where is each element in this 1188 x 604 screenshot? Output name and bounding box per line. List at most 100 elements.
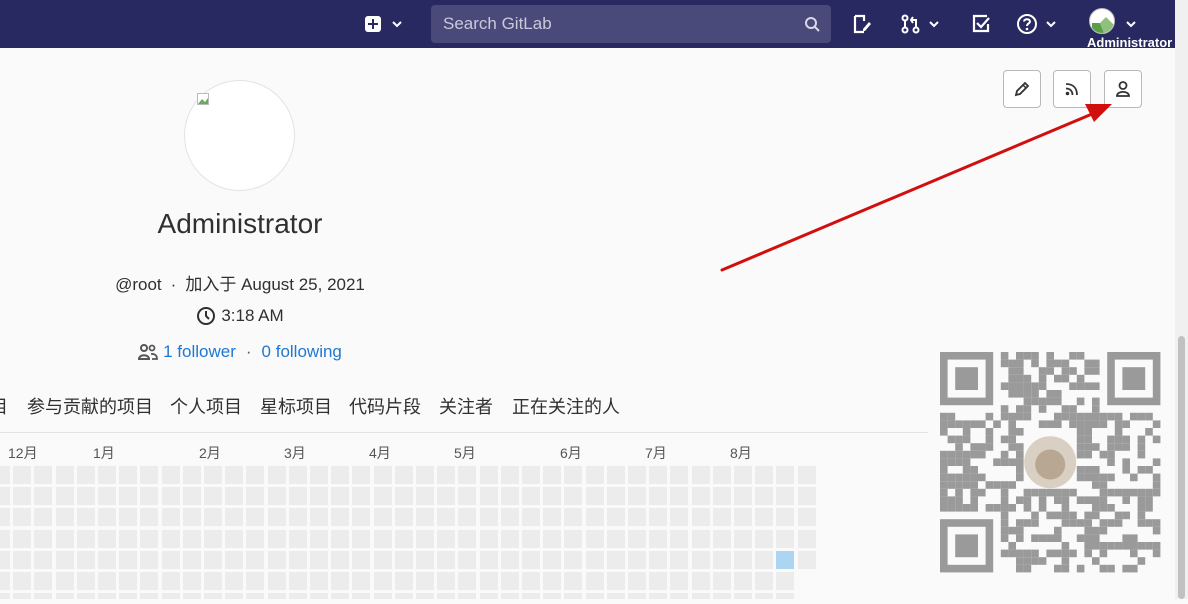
calendar-day-cell[interactable] [268, 508, 286, 526]
calendar-day-cell[interactable] [458, 466, 476, 484]
calendar-day-cell[interactable] [501, 593, 519, 599]
calendar-day-cell[interactable] [310, 572, 328, 590]
calendar-day-cell[interactable] [395, 593, 413, 599]
calendar-day-cell[interactable] [649, 593, 667, 599]
calendar-day-cell[interactable] [162, 551, 180, 569]
calendar-day-cell[interactable] [0, 593, 10, 599]
calendar-day-cell[interactable] [56, 508, 74, 526]
calendar-day-cell[interactable] [77, 508, 95, 526]
calendar-day-cell[interactable] [34, 530, 52, 548]
calendar-day-cell[interactable] [543, 508, 561, 526]
calendar-day-cell[interactable] [98, 530, 116, 548]
calendar-day-cell[interactable] [649, 572, 667, 590]
calendar-day-cell[interactable] [289, 487, 307, 505]
calendar-day-cell[interactable] [458, 551, 476, 569]
calendar-day-cell[interactable] [56, 551, 74, 569]
page-scrollbar[interactable] [1175, 0, 1188, 599]
calendar-day-cell[interactable] [734, 487, 752, 505]
calendar-day-cell[interactable] [119, 508, 137, 526]
calendar-day-cell[interactable] [289, 530, 307, 548]
calendar-day-cell[interactable] [331, 487, 349, 505]
calendar-day-cell[interactable] [289, 593, 307, 599]
calendar-day-cell[interactable] [331, 551, 349, 569]
calendar-day-cell[interactable] [480, 466, 498, 484]
calendar-day-cell[interactable] [480, 508, 498, 526]
calendar-day-cell[interactable] [162, 487, 180, 505]
calendar-day-cell[interactable] [183, 508, 201, 526]
calendar-day-cell[interactable] [119, 530, 137, 548]
calendar-day-cell[interactable] [416, 466, 434, 484]
calendar-day-cell[interactable] [204, 551, 222, 569]
calendar-day-cell[interactable] [246, 551, 264, 569]
calendar-day-cell[interactable] [77, 466, 95, 484]
calendar-day-cell[interactable] [140, 593, 158, 599]
calendar-day-cell[interactable] [310, 551, 328, 569]
calendar-day-cell[interactable] [289, 551, 307, 569]
calendar-day-cell[interactable] [204, 508, 222, 526]
calendar-day-cell[interactable] [140, 466, 158, 484]
calendar-day-cell[interactable] [268, 572, 286, 590]
calendar-day-cell[interactable] [501, 530, 519, 548]
calendar-day-cell[interactable] [607, 466, 625, 484]
calendar-day-cell[interactable] [13, 551, 31, 569]
user-menu[interactable]: Administrator [1087, 8, 1175, 48]
calendar-day-cell[interactable] [670, 530, 688, 548]
calendar-day-cell[interactable] [522, 466, 540, 484]
calendar-day-cell[interactable] [331, 466, 349, 484]
calendar-day-cell[interactable] [692, 551, 710, 569]
calendar-day-cell[interactable] [649, 508, 667, 526]
calendar-day-cell[interactable] [34, 508, 52, 526]
calendar-day-cell[interactable] [586, 487, 604, 505]
calendar-day-cell[interactable] [183, 466, 201, 484]
calendar-day-cell[interactable] [34, 487, 52, 505]
calendar-day-cell[interactable] [13, 530, 31, 548]
calendar-day-cell[interactable] [416, 593, 434, 599]
calendar-day-cell[interactable] [0, 551, 10, 569]
calendar-day-cell[interactable] [713, 551, 731, 569]
calendar-day-cell[interactable] [268, 530, 286, 548]
calendar-day-cell[interactable] [628, 530, 646, 548]
calendar-day-cell[interactable] [670, 593, 688, 599]
calendar-day-cell[interactable] [692, 466, 710, 484]
calendar-day-cell[interactable] [162, 508, 180, 526]
calendar-day-cell[interactable] [776, 466, 794, 484]
calendar-day-cell[interactable] [437, 551, 455, 569]
calendar-day-cell[interactable] [183, 551, 201, 569]
calendar-day-cell[interactable] [77, 593, 95, 599]
calendar-day-cell[interactable] [183, 530, 201, 548]
new-menu-button[interactable] [364, 8, 404, 40]
calendar-day-cell[interactable] [586, 508, 604, 526]
calendar-day-cell[interactable] [162, 593, 180, 599]
calendar-day-cell[interactable] [501, 572, 519, 590]
calendar-day-cell[interactable] [798, 530, 816, 548]
calendar-day-cell[interactable] [268, 487, 286, 505]
calendar-day-cell[interactable] [56, 593, 74, 599]
calendar-day-cell[interactable] [480, 593, 498, 599]
calendar-day-cell[interactable] [98, 551, 116, 569]
calendar-day-cell[interactable] [183, 487, 201, 505]
calendar-day-cell[interactable] [416, 530, 434, 548]
merge-requests-button[interactable] [901, 8, 941, 40]
calendar-day-cell[interactable] [98, 593, 116, 599]
calendar-day-cell[interactable] [34, 466, 52, 484]
calendar-day-cell[interactable] [522, 530, 540, 548]
calendar-day-cell[interactable] [183, 572, 201, 590]
calendar-day-cell[interactable] [543, 530, 561, 548]
calendar-day-cell[interactable] [56, 487, 74, 505]
calendar-day-cell[interactable] [56, 466, 74, 484]
calendar-day-cell[interactable] [713, 530, 731, 548]
calendar-day-cell[interactable] [395, 466, 413, 484]
help-button[interactable] [1016, 8, 1058, 40]
calendar-day-cell[interactable] [246, 593, 264, 599]
edit-profile-button[interactable] [1003, 70, 1041, 108]
calendar-day-cell[interactable] [755, 551, 773, 569]
calendar-day-cell[interactable] [119, 551, 137, 569]
calendar-day-cell[interactable] [0, 572, 10, 590]
calendar-day-cell[interactable] [437, 466, 455, 484]
calendar-day-cell[interactable] [692, 530, 710, 548]
calendar-day-cell[interactable] [692, 572, 710, 590]
calendar-day-cell[interactable] [34, 593, 52, 599]
calendar-day-cell[interactable] [331, 572, 349, 590]
calendar-day-cell[interactable] [670, 508, 688, 526]
calendar-day-cell[interactable] [204, 593, 222, 599]
